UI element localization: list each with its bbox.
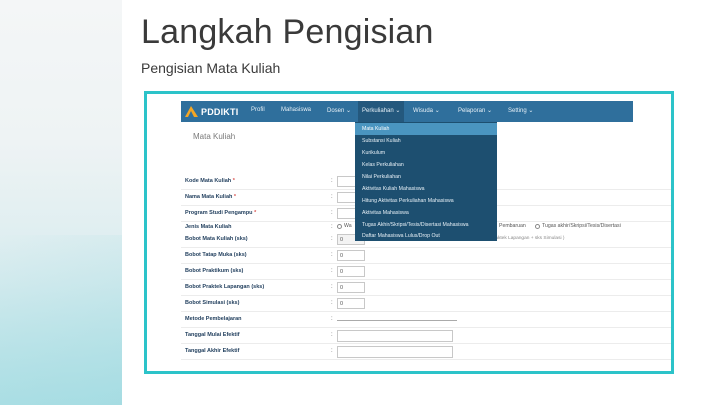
menu-item-tugas-akhir[interactable]: Tugas Akhir/Skripsi/Tesis/Disertasi Maha…: [355, 219, 497, 231]
nav-dosen-label: Dosen: [327, 108, 345, 114]
menu-item-aktivitas-kuliah-mahasiswa[interactable]: Aktivitas Kuliah Mahasiswa: [355, 183, 497, 195]
chevron-down-icon: ⌄: [434, 108, 440, 114]
form-title: Mata Kuliah: [193, 132, 236, 141]
row-bobot-praktikum: Bobot Praktikum (sks) : 0: [181, 264, 671, 280]
colon: :: [331, 268, 333, 274]
menu-item-kelas-perkuliahan[interactable]: Kelas Perkuliahan: [355, 159, 497, 171]
row-bobot-simulasi: Bobot Simulasi (sks) : 0: [181, 296, 671, 312]
row-bobot-praktek-lapangan: Bobot Praktek Lapangan (sks) : 0: [181, 280, 671, 296]
nama-mk-input[interactable]: [337, 192, 357, 203]
nav-wisuda[interactable]: Wisuda ⌄: [413, 107, 440, 114]
menu-item-aktivitas-mahasiswa[interactable]: Aktivitas Mahasiswa: [355, 207, 497, 219]
decorative-gradient-strip: [0, 0, 122, 405]
radio-jenis-tugas-akhir[interactable]: [535, 224, 540, 229]
nav-pelaporan-label: Pelaporan: [458, 108, 486, 114]
slide-subtitle: Pengisian Mata Kuliah: [141, 60, 281, 76]
colon: :: [331, 300, 333, 306]
radio-jenis-pembaruan-label: Pembaruan: [499, 223, 526, 229]
brand-name: PDDIKTI: [201, 106, 239, 117]
nav-pelaporan[interactable]: Pelaporan ⌄: [458, 107, 492, 114]
label-text: Nama Mata Kuliah: [185, 194, 233, 200]
chevron-down-icon: ⌄: [346, 108, 352, 114]
colon: :: [331, 316, 333, 322]
nav-perkuliahan[interactable]: Perkuliahan ⌄: [358, 101, 405, 122]
colon: :: [331, 178, 333, 184]
colon: :: [331, 236, 333, 242]
nav-wisuda-label: Wisuda: [413, 108, 434, 114]
pddikti-logo-icon: [185, 106, 198, 117]
nav-setting[interactable]: Setting ⌄: [508, 107, 533, 114]
slide-title: Langkah Pengisian: [141, 13, 434, 51]
label-text: Program Studi Pengampu: [185, 210, 253, 216]
label-text: Kode Mata Kuliah: [185, 178, 232, 184]
colon: :: [331, 210, 333, 216]
tanggal-mulai-input[interactable]: [337, 330, 453, 342]
bobot-praktek-lapangan-input[interactable]: 0: [337, 282, 365, 293]
label-bobot-mk: Bobot Mata Kuliah (sks): [185, 236, 248, 242]
row-metode: Metode Pembelajaran :: [181, 312, 671, 328]
nav-perkuliahan-label: Perkuliahan: [362, 108, 394, 114]
bobot-tm-input[interactable]: 0: [337, 250, 365, 261]
row-tanggal-akhir: Tanggal Akhir Efektif :: [181, 344, 671, 360]
label-tanggal-akhir: Tanggal Akhir Efektif: [185, 348, 240, 354]
brand[interactable]: PDDIKTI: [185, 104, 238, 119]
bobot-simulasi-input[interactable]: 0: [337, 298, 365, 309]
screenshot-frame: PDDIKTI Profil Mahasiswa Dosen ⌄ Perkuli…: [144, 91, 674, 374]
menu-item-kurikulum[interactable]: Kurikulum: [355, 147, 497, 159]
colon: :: [331, 284, 333, 290]
menu-item-hitung-aktivitas[interactable]: Hitung Aktivitas Perkuliahan Mahasiswa: [355, 195, 497, 207]
colon: :: [331, 332, 333, 338]
perkuliahan-dropdown-menu: Mata Kuliah Substansi Kuliah Kurikulum K…: [355, 122, 497, 241]
required-marker: *: [232, 178, 235, 184]
bobot-praktikum-input[interactable]: 0: [337, 266, 365, 277]
nav-mahasiswa[interactable]: Mahasiswa: [281, 107, 311, 113]
chevron-down-icon: ⌄: [528, 108, 534, 114]
nav-profil[interactable]: Profil: [251, 107, 265, 113]
menu-item-substansi-kuliah[interactable]: Substansi Kuliah: [355, 135, 497, 147]
label-bobot-simulasi: Bobot Simulasi (sks): [185, 300, 240, 306]
label-kode-mk: Kode Mata Kuliah *: [185, 178, 235, 184]
menu-item-daftar-lulus-do[interactable]: Daftar Mahasiswa Lulus/Drop Out: [355, 230, 497, 242]
chevron-down-icon: ⌄: [487, 108, 493, 114]
label-jenis-mk: Jenis Mata Kuliah: [185, 224, 232, 230]
menu-item-mata-kuliah[interactable]: Mata Kuliah: [355, 123, 497, 135]
label-metode: Metode Pembelajaran: [185, 316, 242, 322]
menu-item-nilai-perkuliahan[interactable]: Nilai Perkuliahan: [355, 171, 497, 183]
label-bobot-tm: Bobot Tatap Muka (sks): [185, 252, 247, 258]
chevron-down-icon: ⌄: [395, 108, 401, 114]
row-bobot-tm: Bobot Tatap Muka (sks) : 0: [181, 248, 671, 264]
required-marker: *: [254, 210, 257, 216]
radio-jenis-tugas-akhir-label: Tugas akhir/Skripsi/Tesis/Disertasi: [542, 223, 621, 229]
prodi-select[interactable]: [337, 208, 357, 219]
radio-jenis-1[interactable]: [337, 224, 342, 229]
colon: :: [331, 348, 333, 354]
label-tanggal-mulai: Tanggal Mulai Efektif: [185, 332, 240, 338]
top-navbar: PDDIKTI Profil Mahasiswa Dosen ⌄ Perkuli…: [181, 101, 633, 122]
tanggal-akhir-input[interactable]: [337, 346, 453, 358]
label-bobot-praktek-lapangan: Bobot Praktek Lapangan (sks): [185, 284, 265, 290]
label-prodi: Program Studi Pengampu *: [185, 210, 256, 216]
kode-mk-input[interactable]: [337, 176, 357, 187]
required-marker: *: [233, 194, 237, 200]
colon: :: [331, 194, 333, 200]
metode-input[interactable]: [337, 320, 457, 321]
colon: :: [331, 224, 333, 230]
radio-jenis-1-label: Wa: [344, 223, 352, 229]
decorative-shade: [0, 235, 122, 405]
colon: :: [331, 252, 333, 258]
label-bobot-praktikum: Bobot Praktikum (sks): [185, 268, 244, 274]
nav-setting-label: Setting: [508, 108, 527, 114]
label-nama-mk: Nama Mata Kuliah *: [185, 194, 236, 200]
nav-dosen[interactable]: Dosen ⌄: [327, 107, 351, 114]
row-tanggal-mulai: Tanggal Mulai Efektif :: [181, 328, 671, 344]
